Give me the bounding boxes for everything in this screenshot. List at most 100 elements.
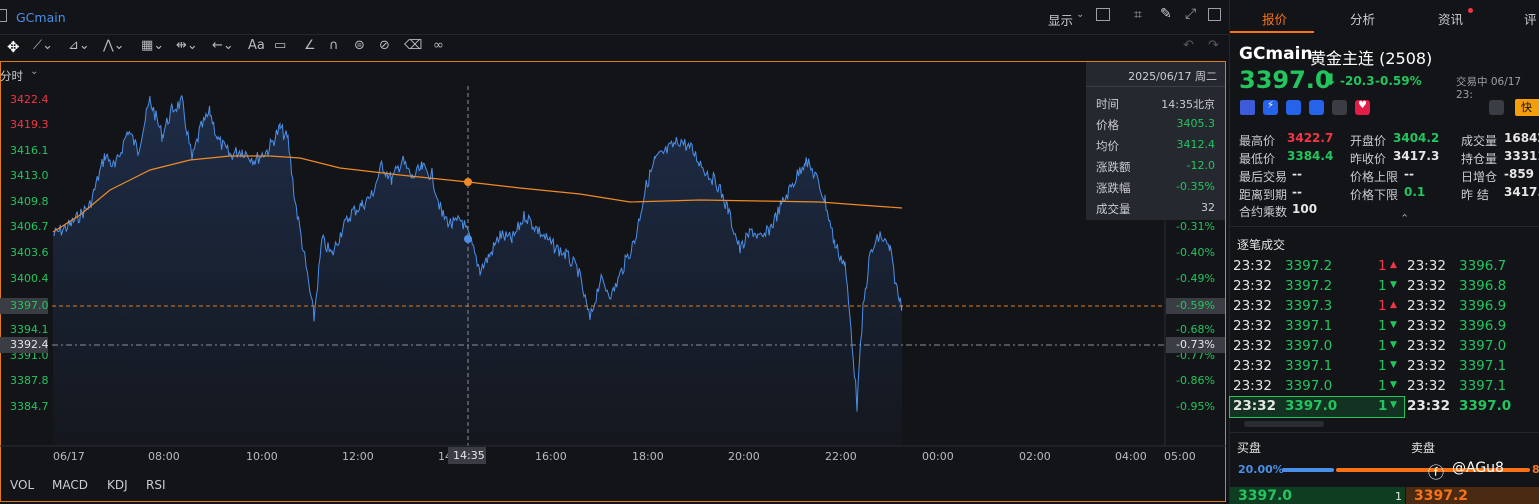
time-tick: 06/17 — [53, 450, 85, 463]
collapse-icon[interactable]: ⌃ — [1400, 212, 1409, 225]
tab-quote[interactable]: 报价 — [1262, 9, 1287, 28]
bid-qty: 1 — [1395, 490, 1402, 503]
layout-icon[interactable] — [1096, 8, 1110, 21]
tick-row: 23:32 3397.3 1 ▲ 23:32 3396.9 — [1230, 297, 1539, 317]
undo-icon[interactable]: ↶ — [1183, 38, 1194, 53]
time-tick: 20:00 — [728, 450, 760, 463]
down-arrow-icon: ▼ — [1390, 400, 1397, 410]
channel-icon[interactable]: ⊿⌄ — [68, 38, 90, 53]
quote-panel: 报价 分析 资讯 评 GCmain 黄金主连 (2508) 3397.0 ⬇ -… — [1229, 0, 1539, 504]
tick-price: 3397.0 — [1285, 398, 1338, 414]
stat-label: 成交量 — [1461, 134, 1498, 148]
redo-icon[interactable]: ↷ — [1208, 38, 1219, 53]
tick-price: 3397.0 — [1459, 338, 1507, 354]
alert-icon[interactable] — [1489, 100, 1504, 115]
time-tick: 02:00 — [1019, 450, 1051, 463]
link-icon[interactable]: ∞ — [433, 38, 444, 53]
trading-status: 交易中 06/17 23: — [1456, 76, 1522, 101]
tab-news[interactable]: 资讯 — [1438, 9, 1463, 28]
time-tick: 00:00 — [922, 450, 954, 463]
comment-icon[interactable]: ▭ — [274, 38, 286, 53]
tick-price: 3396.8 — [1459, 278, 1507, 294]
down-arrow-icon: ▼ — [1390, 340, 1397, 350]
favorite-icon[interactable]: ♥ — [1355, 100, 1370, 115]
panel-toggle-icon[interactable] — [1208, 8, 1221, 21]
tick-time: 23:32 — [1407, 398, 1450, 414]
tick-time: 23:32 — [1407, 318, 1446, 334]
price-tick: 3387.8 — [10, 374, 49, 387]
fullscreen-icon[interactable]: ⤢ — [1185, 6, 1196, 22]
tick-time: 23:32 — [1407, 258, 1446, 274]
percent-tick: -0.49% — [1176, 272, 1215, 285]
hide-icon[interactable]: ⊘ — [379, 38, 390, 53]
bid-row: 3397.0 1 — [1230, 487, 1405, 504]
indicator-kdj[interactable]: KDJ — [107, 478, 128, 492]
down-arrow-icon: ▼ — [1390, 360, 1397, 370]
wave-icon[interactable]: ⋀⌄ — [103, 38, 125, 53]
indicator-macd[interactable]: MACD — [52, 478, 88, 492]
triangle-icon[interactable] — [1286, 100, 1301, 115]
fib-icon[interactable]: ▦⌄ — [141, 38, 164, 53]
flash-icon[interactable]: ⚡ — [1263, 100, 1278, 115]
stat-prev-settle: 3417.3 — [1504, 185, 1539, 199]
tick-qty: 1 — [1378, 378, 1387, 394]
tick-price: 3397.1 — [1285, 318, 1333, 334]
time-tick: 05:00 — [1164, 450, 1196, 463]
magnet-icon[interactable]: ∩ — [329, 38, 339, 53]
tick-time: 23:32 — [1407, 278, 1446, 294]
tick-qty: 1 — [1378, 298, 1387, 314]
tick-time: 23:32 — [1407, 358, 1446, 374]
price-tick: 3394.1 — [10, 323, 49, 336]
tick-scrollbar[interactable] — [1244, 421, 1324, 427]
pencil-icon[interactable]: ✎ — [1160, 6, 1172, 22]
tick-time: 23:32 — [1233, 358, 1272, 374]
price-tick: 3400.4 — [10, 272, 49, 285]
tag-icon[interactable] — [1309, 100, 1324, 115]
lock-icon[interactable]: ⊜ — [354, 38, 365, 53]
quick-trade-button[interactable]: 快 — [1515, 99, 1539, 116]
percent-tick: -0.86% — [1176, 374, 1215, 387]
trash-icon[interactable]: ⌫ — [404, 38, 422, 53]
text-icon[interactable]: Aa — [248, 38, 265, 53]
stat-label: 价格下限 — [1350, 188, 1399, 202]
price-tick: 3384.7 — [10, 400, 49, 413]
crosshair-pct-tag: -0.73% — [1166, 337, 1225, 353]
avg-crosshair-dot — [464, 178, 472, 186]
screenshot-icon[interactable]: ⌗ — [1134, 7, 1142, 23]
down-arrow-icon: ▼ — [1390, 320, 1397, 330]
tick-qty: 1 — [1378, 258, 1387, 274]
indicator-rsi[interactable]: RSI — [146, 478, 166, 492]
time-tick: 18:00 — [632, 450, 664, 463]
stat-label: 最低价 — [1239, 152, 1276, 166]
price-tick: 3419.3 — [10, 118, 49, 131]
tick-qty: 1 — [1378, 358, 1387, 374]
tab-reviews[interactable]: 评 — [1524, 9, 1537, 28]
current-pct-tag: -0.59% — [1166, 298, 1225, 314]
tick-row: 23:32 3397.0 1 ▼ 23:32 3397.0 — [1230, 337, 1539, 357]
display-button[interactable]: 显示 — [1048, 10, 1073, 29]
tick-time: 23:32 — [1407, 338, 1446, 354]
trendline-icon[interactable]: ⟋⌄ — [33, 38, 53, 53]
stat-label: 持仓量 — [1461, 152, 1498, 166]
move-icon[interactable]: ✥ — [7, 38, 20, 56]
tick-price: 3397.0 — [1285, 338, 1333, 354]
indicator-vol[interactable]: VOL — [10, 478, 34, 492]
tooltip-value: 14:35北京 — [1161, 98, 1215, 111]
notes-icon[interactable] — [1332, 100, 1347, 115]
measure-icon[interactable]: ⇹⌄ — [176, 38, 198, 53]
up-arrow-icon: ▲ — [1390, 260, 1397, 270]
tab-analysis[interactable]: 分析 — [1350, 9, 1375, 28]
buy-ratio-bar — [1282, 468, 1334, 472]
ruler-icon[interactable]: ∠ — [304, 38, 316, 53]
tick-time: 23:32 — [1233, 278, 1272, 294]
stat-expiry: -- — [1292, 185, 1302, 199]
symbol-icon[interactable] — [0, 9, 7, 22]
arrow-icon[interactable]: ←⌄ — [212, 38, 234, 53]
tick-qty: 1 — [1378, 398, 1388, 414]
chevron-down-icon[interactable]: ⌄ — [1076, 9, 1084, 20]
watermark: @AGu8 — [1452, 460, 1504, 476]
symbol-title[interactable]: GCmain — [16, 10, 66, 25]
stat-prev-close: 3417.3 — [1393, 149, 1440, 163]
bid-price: 3397.0 — [1238, 488, 1293, 504]
time-tick: 08:00 — [148, 450, 180, 463]
